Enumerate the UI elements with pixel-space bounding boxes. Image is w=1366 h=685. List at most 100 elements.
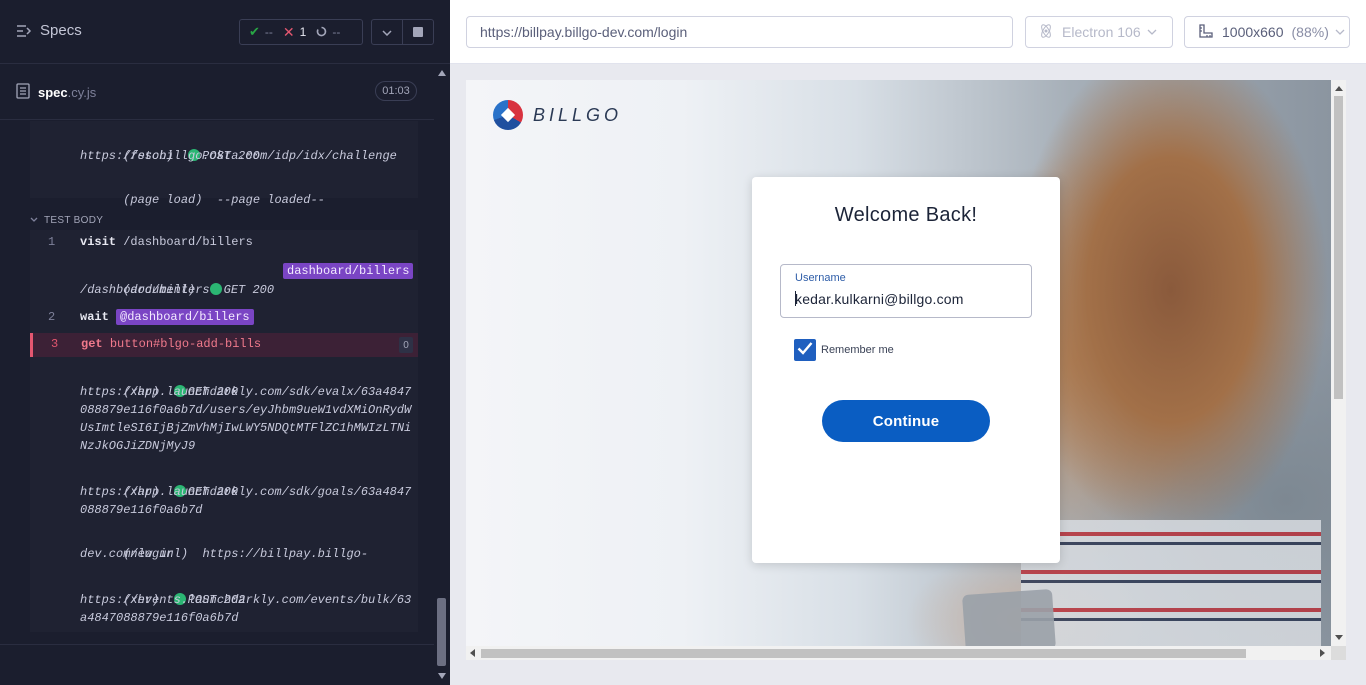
login-background-photo: BILLGO Welcome Back! Username kedar.kulk… bbox=[466, 80, 1331, 646]
step-number: 2 bbox=[48, 310, 56, 324]
pending-count: -- bbox=[332, 25, 341, 39]
url-text: https://billpay.billgo-dev.com/login bbox=[480, 24, 688, 40]
log-entry-url: https://app.launchdarkly.com/sdk/evalx/6… bbox=[80, 385, 412, 399]
spec-ext: .cy.js bbox=[67, 85, 97, 100]
check-icon: ✔ bbox=[249, 24, 260, 39]
command-name: wait bbox=[80, 310, 109, 324]
stop-icon bbox=[413, 27, 423, 37]
log-entry-url: https://ssobillgo.okta.com/idp/idx/chall… bbox=[80, 149, 397, 163]
log-entry-method: GET 200 bbox=[223, 283, 275, 297]
scrollbar-thumb[interactable] bbox=[1334, 96, 1343, 399]
ruler-icon bbox=[1198, 23, 1214, 42]
command-name: visit bbox=[80, 235, 117, 249]
spec-file[interactable]: spec.cy.js bbox=[16, 83, 96, 102]
app-vertical-scrollbar[interactable] bbox=[1331, 80, 1346, 646]
scrollbar-thumb[interactable] bbox=[481, 649, 1246, 658]
specs-list-icon bbox=[16, 24, 32, 38]
browser-selector[interactable]: Electron 106 bbox=[1025, 16, 1173, 48]
element-count-badge: 0 bbox=[399, 337, 413, 353]
electron-icon bbox=[1038, 23, 1054, 42]
failed-stat: ✕ 1 bbox=[283, 24, 306, 41]
alias-badge: dashboard/billers bbox=[283, 263, 414, 279]
page-title: Welcome Back! bbox=[834, 204, 978, 226]
log-entry-url: UsImtleSI6IjBjZmVhMjIwLWY5NDQtMTFlZC1hMW… bbox=[80, 421, 412, 435]
log-entry-type: (page load) bbox=[123, 193, 203, 207]
pending-stat: -- bbox=[316, 25, 340, 40]
log-entry-url: https://events.launchdarkly.com/events/b… bbox=[80, 593, 412, 607]
background-photo-detail bbox=[962, 588, 1056, 646]
scroll-down-icon[interactable] bbox=[1335, 635, 1343, 640]
log-entry-url: 088879e116f0a6b7d bbox=[80, 503, 203, 517]
test-stats: ✔ -- ✕ 1 -- bbox=[239, 19, 363, 45]
log-entry-url: NzJkOGJiZDNjMyJ9 bbox=[80, 439, 196, 453]
passed-stat: ✔ -- bbox=[249, 24, 273, 40]
log-entry-url: 088879e116f0a6b7d/users/eyJhbm9ueW1vdXMi… bbox=[80, 403, 412, 417]
scrollbar-thumb[interactable] bbox=[437, 598, 446, 666]
command-arg: button#blgo-add-bills bbox=[109, 337, 262, 351]
app-under-test-frame: BILLGO Welcome Back! Username kedar.kulk… bbox=[466, 80, 1346, 660]
success-dot-icon bbox=[209, 283, 222, 295]
scroll-up-icon[interactable] bbox=[438, 70, 446, 76]
scrollbar-corner bbox=[1331, 646, 1346, 660]
stop-button[interactable] bbox=[402, 19, 434, 45]
billgo-logo: BILLGO bbox=[493, 100, 622, 130]
expand-collapse-button[interactable] bbox=[371, 19, 403, 45]
command-visit[interactable]: visit /dashboard/billers bbox=[80, 235, 253, 249]
log-entry-url: https://billpay.billgo- bbox=[202, 547, 369, 561]
alias-badge: @dashboard/billers bbox=[116, 309, 254, 325]
document-icon bbox=[16, 83, 30, 102]
browser-name: Electron 106 bbox=[1062, 24, 1141, 40]
remember-me-label: Remember me bbox=[821, 344, 894, 356]
scroll-down-icon[interactable] bbox=[438, 673, 446, 679]
username-label: Username bbox=[795, 272, 846, 284]
checkmark-icon bbox=[797, 341, 813, 360]
test-body-section[interactable]: TEST BODY bbox=[30, 211, 418, 229]
step-number: 3 bbox=[51, 337, 59, 351]
section-title: TEST BODY bbox=[44, 214, 104, 226]
failed-count: 1 bbox=[299, 25, 307, 39]
billgo-logo-icon bbox=[493, 100, 523, 130]
spec-duration: 01:03 bbox=[375, 81, 417, 101]
scroll-left-icon[interactable] bbox=[470, 649, 475, 657]
specs-toggle[interactable]: Specs bbox=[16, 22, 82, 39]
viewport-selector[interactable]: 1000x660 (88%) bbox=[1184, 16, 1350, 48]
login-card: Welcome Back! Username kedar.kulkarni@bi… bbox=[752, 177, 1060, 563]
step-number: 1 bbox=[48, 235, 56, 249]
command-log-scrollbar[interactable] bbox=[434, 64, 450, 685]
command-get: get button#blgo-add-bills bbox=[81, 337, 261, 351]
spec-file-row: spec.cy.js 01:03 bbox=[0, 64, 434, 120]
scroll-up-icon[interactable] bbox=[1335, 86, 1343, 91]
command-wait[interactable]: wait @dashboard/billers bbox=[80, 309, 254, 325]
browser-toolbar: https://billpay.billgo-dev.com/login Ele… bbox=[450, 0, 1366, 64]
chevron-down-icon bbox=[1335, 27, 1345, 38]
remember-me-checkbox[interactable] bbox=[794, 339, 816, 361]
command-arg: /dashboard/billers bbox=[123, 235, 253, 249]
passed-count: -- bbox=[264, 25, 273, 39]
app-horizontal-scrollbar[interactable] bbox=[466, 646, 1331, 660]
reporter-header: Specs ✔ -- ✕ 1 -- bbox=[0, 0, 450, 64]
username-value: kedar.kulkarni@billgo.com bbox=[795, 291, 964, 307]
spec-name: spec bbox=[38, 85, 68, 100]
chevron-down-icon bbox=[30, 215, 38, 226]
pending-icon bbox=[316, 25, 327, 40]
url-bar[interactable]: https://billpay.billgo-dev.com/login bbox=[466, 16, 1013, 48]
log-entry-url: https://app.launchdarkly.com/sdk/goals/6… bbox=[80, 485, 412, 499]
chevron-down-icon bbox=[1147, 27, 1157, 38]
log-entry-url: dev.com/login bbox=[80, 547, 174, 561]
failed-command-get[interactable]: 3 get button#blgo-add-bills 0 bbox=[30, 333, 418, 357]
command-name: get bbox=[81, 337, 103, 351]
command-log: (fetch) POST 200 https://ssobillgo.okta.… bbox=[0, 121, 434, 641]
username-input[interactable]: kedar.kulkarni@billgo.com bbox=[795, 291, 964, 307]
scroll-right-icon[interactable] bbox=[1320, 649, 1325, 657]
logo-text: BILLGO bbox=[533, 104, 623, 125]
remember-me[interactable]: Remember me bbox=[794, 339, 894, 361]
x-icon: ✕ bbox=[282, 23, 295, 40]
log-entry-url: a4847088879e116f0a6b7d bbox=[80, 611, 239, 625]
reporter-footer bbox=[0, 644, 434, 685]
command-log-panel: Specs ✔ -- ✕ 1 -- spec.cy.js 01:03 (fetc… bbox=[0, 0, 450, 685]
specs-title: Specs bbox=[40, 22, 82, 39]
log-entry-url: /dashboard/billers bbox=[80, 283, 210, 297]
viewport-size: 1000x660 bbox=[1222, 24, 1284, 40]
continue-button[interactable]: Continue bbox=[822, 400, 990, 442]
username-field[interactable]: Username kedar.kulkarni@billgo.com bbox=[780, 264, 1032, 318]
